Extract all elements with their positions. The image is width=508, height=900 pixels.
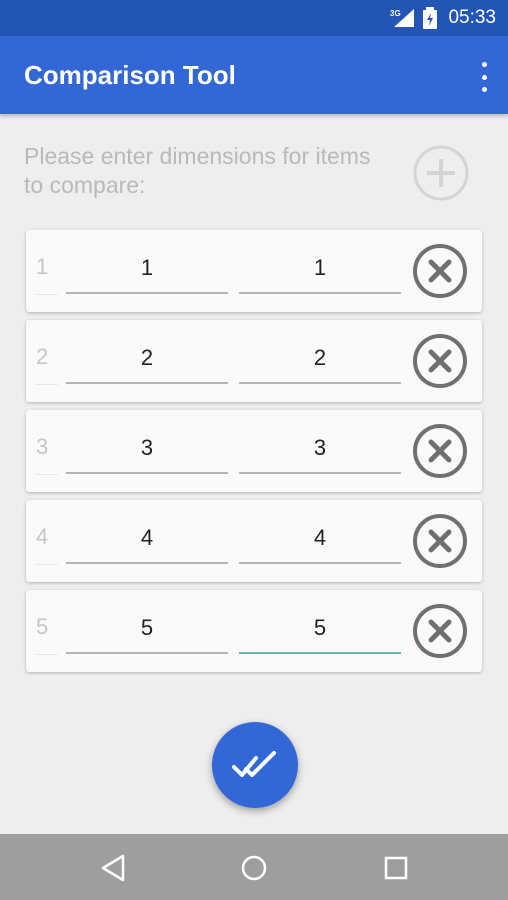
item-row: 2 2 2 (26, 320, 482, 402)
dimension-b-input[interactable]: 4 (239, 514, 401, 564)
row-index: 3 (36, 434, 62, 475)
svg-text:3G: 3G (390, 9, 401, 18)
dimension-b-input[interactable]: 3 (239, 424, 401, 474)
dimension-b-input[interactable]: 1 (239, 244, 401, 294)
app-title: Comparison Tool (24, 59, 236, 90)
home-icon[interactable] (238, 852, 270, 884)
back-icon[interactable] (98, 852, 130, 884)
row-index: 2 (36, 344, 62, 385)
signal-icon: 3G (390, 9, 415, 27)
dimension-a-input[interactable]: 5 (66, 604, 228, 654)
battery-icon (423, 7, 438, 29)
close-circle-icon (413, 514, 467, 568)
close-circle-icon (413, 244, 467, 298)
compare-button[interactable] (212, 722, 298, 808)
remove-row-button[interactable] (412, 333, 468, 389)
item-row: 5 5 5 (26, 590, 482, 672)
remove-row-button[interactable] (412, 513, 468, 569)
remove-row-button[interactable] (412, 603, 468, 659)
close-circle-icon (413, 334, 467, 388)
dimension-a-input[interactable]: 1 (66, 244, 228, 294)
add-item-button[interactable] (412, 144, 470, 202)
dimension-a-input[interactable]: 3 (66, 424, 228, 474)
remove-row-button[interactable] (412, 243, 468, 299)
dimension-b-input[interactable]: 5 (239, 604, 401, 654)
dimension-a-input[interactable]: 2 (66, 334, 228, 384)
add-circle-icon (413, 145, 469, 201)
item-row: 4 4 4 (26, 500, 482, 582)
close-circle-icon (413, 604, 467, 658)
system-nav-bar (0, 834, 508, 900)
recents-icon[interactable] (380, 852, 412, 884)
more-vert-icon[interactable] (478, 62, 490, 92)
status-bar: 3G 05:33 (0, 0, 508, 36)
instructions-text: Please enter dimensions for items to com… (24, 143, 371, 198)
item-row: 3 3 3 (26, 410, 482, 492)
dimension-a-input[interactable]: 4 (66, 514, 228, 564)
item-list: 1 1 1 2 2 2 3 3 3 4 4 4 5 5 5 (26, 230, 482, 680)
row-index: 4 (36, 524, 62, 565)
item-row: 1 1 1 (26, 230, 482, 312)
double-check-icon (232, 751, 276, 777)
close-circle-icon (413, 424, 467, 478)
row-index: 5 (36, 614, 62, 655)
status-time: 05:33 (448, 7, 496, 28)
app-bar: Comparison Tool (0, 36, 508, 114)
row-index: 1 (36, 254, 62, 295)
dimension-b-input[interactable]: 2 (239, 334, 401, 384)
remove-row-button[interactable] (412, 423, 468, 479)
